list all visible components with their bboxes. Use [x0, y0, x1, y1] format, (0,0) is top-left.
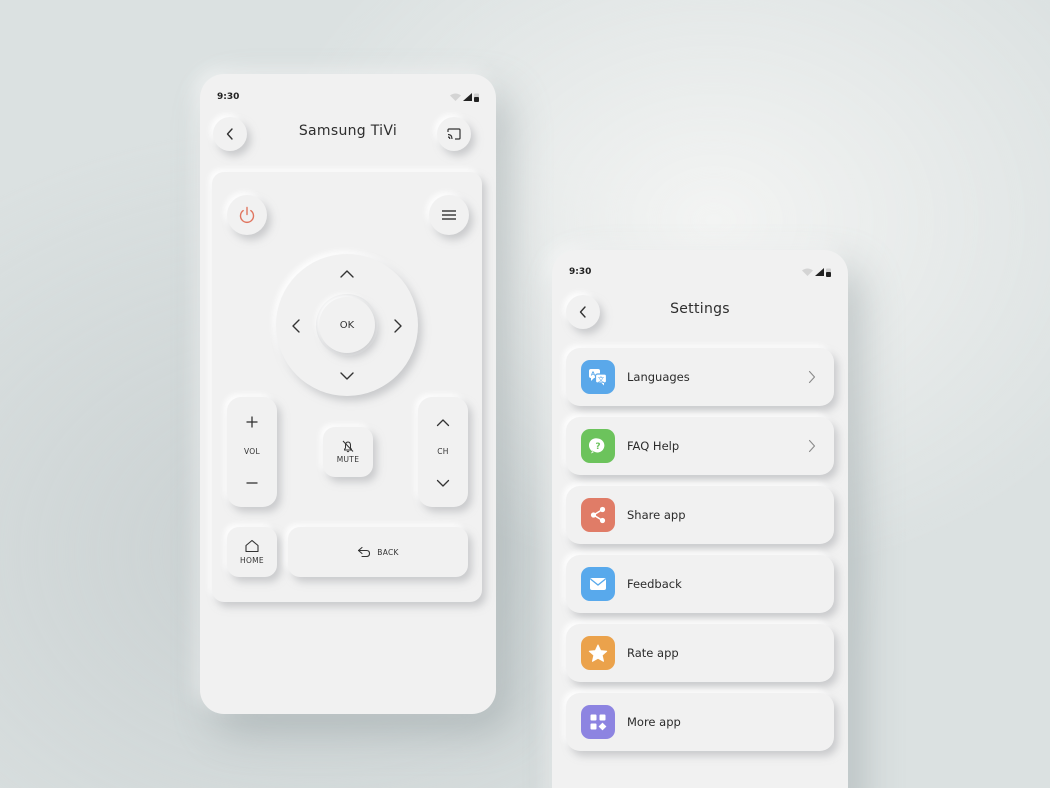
- battery-icon: [474, 93, 479, 102]
- home-button[interactable]: HOME: [227, 527, 277, 577]
- settings-item-label: Share app: [627, 508, 686, 522]
- volume-down-button[interactable]: [242, 474, 262, 492]
- settings-item-label: Languages: [627, 370, 690, 384]
- status-time: 9:30: [569, 267, 592, 277]
- mail-icon: [581, 567, 615, 601]
- minus-icon: [246, 482, 258, 484]
- remote-screen: 9:30 Samsung TiVi OK VOL MUTE CH HOME BA…: [200, 74, 496, 714]
- signal-icon: [815, 268, 824, 276]
- chevron-right-icon: [808, 439, 816, 453]
- status-bar: 9:30: [217, 90, 479, 104]
- ok-button-face: OK: [319, 297, 375, 353]
- home-label: HOME: [240, 556, 264, 565]
- page-title: Settings: [670, 301, 730, 317]
- chevron-left-icon: [292, 319, 300, 333]
- cast-icon: [447, 128, 461, 140]
- battery-icon: [826, 268, 831, 277]
- chevron-down-icon: [436, 479, 450, 487]
- wifi-icon: [802, 268, 813, 276]
- status-bar: 9:30: [569, 265, 831, 279]
- hamburger-menu-icon: [442, 210, 456, 220]
- dpad-up-button[interactable]: [337, 266, 357, 282]
- channel-down-button[interactable]: [433, 474, 453, 492]
- tv-back-button[interactable]: BACK: [288, 527, 468, 577]
- chevron-up-icon: [340, 270, 354, 278]
- chevron-right-icon: [394, 319, 402, 333]
- back-label: BACK: [377, 547, 399, 557]
- dpad-down-button[interactable]: [337, 368, 357, 384]
- settings-item-label: FAQ Help: [627, 439, 680, 453]
- dpad-left-button[interactable]: [288, 316, 304, 336]
- mute-icon: [342, 440, 354, 453]
- svg-text:?: ?: [595, 442, 600, 452]
- settings-item-label: Rate app: [627, 646, 679, 660]
- settings-item-rate-app[interactable]: Rate app: [566, 624, 834, 682]
- menu-button[interactable]: [429, 195, 469, 235]
- volume-label: VOL: [244, 447, 260, 456]
- chevron-right-icon: [808, 370, 816, 384]
- dpad-right-button[interactable]: [390, 316, 406, 336]
- status-icons: [802, 268, 831, 277]
- ok-label: OK: [339, 319, 355, 331]
- channel-label: CH: [437, 447, 449, 456]
- help-chat-icon: ?: [581, 429, 615, 463]
- wifi-icon: [450, 93, 461, 101]
- mute-label: MUTE: [336, 455, 360, 464]
- share-icon: [581, 498, 615, 532]
- channel-up-button[interactable]: [433, 413, 453, 431]
- chevron-up-icon: [436, 418, 450, 426]
- status-time: 9:30: [217, 92, 240, 102]
- settings-item-share-app[interactable]: Share app: [566, 486, 834, 544]
- translate-icon: 文A: [581, 360, 615, 394]
- settings-item-languages[interactable]: 文A Languages: [566, 348, 834, 406]
- svg-text:A: A: [591, 372, 596, 378]
- plus-icon: [246, 416, 258, 428]
- home-icon: [245, 539, 259, 553]
- svg-text:文: 文: [598, 374, 605, 383]
- undo-arrow-icon: [358, 546, 371, 558]
- settings-item-feedback[interactable]: Feedback: [566, 555, 834, 613]
- settings-item-label: More app: [627, 715, 681, 729]
- settings-screen: 9:30 Settings 文A Languages ? FAQ Help Sh…: [552, 250, 848, 788]
- power-button[interactable]: [227, 195, 267, 235]
- power-icon: [239, 206, 255, 224]
- chevron-down-icon: [340, 372, 354, 380]
- ok-button[interactable]: OK: [316, 294, 378, 356]
- signal-icon: [463, 93, 472, 101]
- apps-grid-icon: [581, 705, 615, 739]
- mute-button[interactable]: MUTE: [323, 427, 373, 477]
- settings-item-faq-help[interactable]: ? FAQ Help: [566, 417, 834, 475]
- status-icons: [450, 93, 479, 102]
- cast-button[interactable]: [437, 117, 471, 151]
- volume-up-button[interactable]: [242, 413, 262, 431]
- settings-item-label: Feedback: [627, 577, 682, 591]
- settings-item-more-app[interactable]: More app: [566, 693, 834, 751]
- star-icon: [581, 636, 615, 670]
